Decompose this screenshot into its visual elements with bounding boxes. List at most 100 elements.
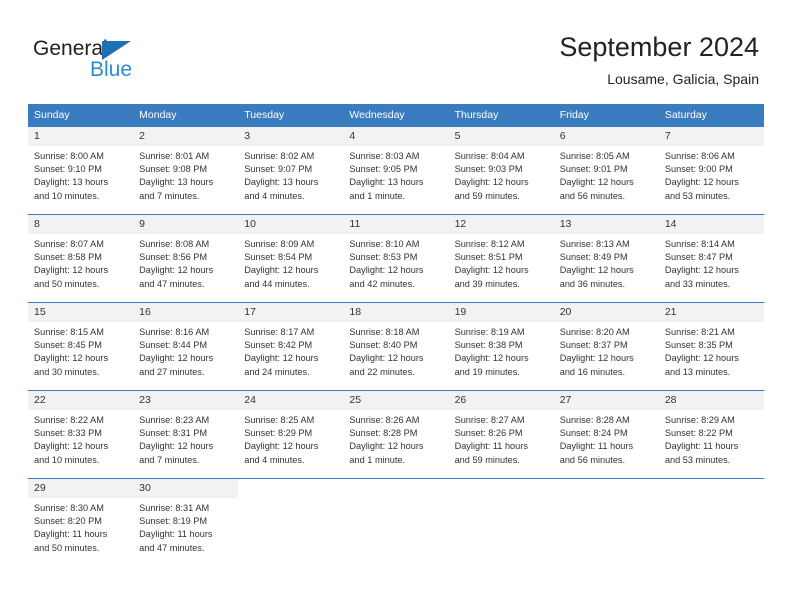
day-cell[interactable]: 10 Sunrise: 8:09 AM Sunset: 8:54 PM Dayl… — [238, 214, 344, 303]
sunset-text: Sunset: 8:53 PM — [349, 252, 418, 263]
day-cell[interactable]: 27 Sunrise: 8:28 AM Sunset: 8:24 PM Dayl… — [553, 390, 659, 479]
sunrise-text: Sunrise: 8:19 AM — [454, 327, 525, 337]
day-details: Sunrise: 8:23 AM Sunset: 8:31 PM Dayligh… — [133, 410, 238, 467]
day-cell[interactable]: 24 Sunrise: 8:25 AM Sunset: 8:29 PM Dayl… — [238, 390, 344, 479]
sunset-text: Sunset: 8:20 PM — [34, 516, 102, 527]
page-title: September 2024 — [559, 32, 759, 62]
sunrise-text: Sunrise: 8:04 AM — [454, 151, 525, 161]
day-number: 11 — [343, 215, 449, 234]
day-details: Sunrise: 8:03 AM Sunset: 9:05 PM Dayligh… — [343, 146, 448, 203]
weekday-header-monday: Monday — [133, 104, 239, 127]
sunset-text: Sunset: 8:40 PM — [349, 340, 418, 351]
daylight-text-line1: Daylight: 12 hours — [454, 353, 529, 364]
day-number: 15 — [28, 303, 134, 322]
day-cell[interactable]: 5 Sunrise: 8:04 AM Sunset: 9:03 PM Dayli… — [448, 126, 554, 215]
general-blue-logo[interactable]: General Blue — [33, 36, 163, 84]
day-cell[interactable]: 18 Sunrise: 8:18 AM Sunset: 8:40 PM Dayl… — [343, 302, 449, 391]
daylight-text-line1: Daylight: 12 hours — [244, 441, 319, 452]
day-cell[interactable]: 29 Sunrise: 8:30 AM Sunset: 8:20 PM Dayl… — [28, 478, 134, 567]
daylight-text-line1: Daylight: 13 hours — [244, 177, 319, 188]
calendar-week-row: 1 Sunrise: 8:00 AM Sunset: 9:10 PM Dayli… — [28, 126, 764, 215]
day-number: 19 — [448, 303, 554, 322]
day-cell[interactable]: 14 Sunrise: 8:14 AM Sunset: 8:47 PM Dayl… — [658, 214, 764, 303]
sunrise-text: Sunrise: 8:30 AM — [34, 503, 104, 513]
day-cell-empty — [658, 478, 764, 567]
day-cell[interactable]: 1 Sunrise: 8:00 AM Sunset: 9:10 PM Dayli… — [28, 126, 134, 215]
sunset-text: Sunset: 8:54 PM — [244, 252, 313, 263]
daylight-text-line2: and 50 minutes. — [34, 278, 100, 289]
daylight-text-line1: Daylight: 13 hours — [34, 177, 109, 188]
day-cell[interactable]: 16 Sunrise: 8:16 AM Sunset: 8:44 PM Dayl… — [133, 302, 239, 391]
daylight-text-line2: and 27 minutes. — [139, 366, 205, 377]
day-cell[interactable]: 22 Sunrise: 8:22 AM Sunset: 8:33 PM Dayl… — [28, 390, 134, 479]
day-details: Sunrise: 8:07 AM Sunset: 8:58 PM Dayligh… — [28, 234, 133, 291]
daylight-text-line2: and 22 minutes. — [349, 366, 415, 377]
daylight-text-line1: Daylight: 11 hours — [664, 441, 739, 452]
day-details: Sunrise: 8:06 AM Sunset: 9:00 PM Dayligh… — [659, 146, 764, 203]
day-details: Sunrise: 8:04 AM Sunset: 9:03 PM Dayligh… — [449, 146, 554, 203]
sunrise-text: Sunrise: 8:16 AM — [139, 327, 210, 337]
day-details: Sunrise: 8:14 AM Sunset: 8:47 PM Dayligh… — [659, 234, 764, 291]
location-subtitle: Lousame, Galicia, Spain — [607, 71, 759, 87]
day-cell[interactable]: 2 Sunrise: 8:01 AM Sunset: 9:08 PM Dayli… — [133, 126, 239, 215]
sunset-text: Sunset: 8:51 PM — [454, 252, 523, 263]
day-number — [553, 479, 659, 498]
sunset-text: Sunset: 9:07 PM — [244, 164, 313, 175]
sunrise-text: Sunrise: 8:18 AM — [349, 327, 420, 337]
daylight-text-line2: and 39 minutes. — [454, 278, 520, 289]
sunrise-text: Sunrise: 8:01 AM — [139, 151, 210, 161]
calendar-week-row: 29 Sunrise: 8:30 AM Sunset: 8:20 PM Dayl… — [28, 478, 764, 567]
daylight-text-line1: Daylight: 12 hours — [34, 265, 109, 276]
daylight-text-line2: and 47 minutes. — [139, 278, 205, 289]
day-cell[interactable]: 25 Sunrise: 8:26 AM Sunset: 8:28 PM Dayl… — [343, 390, 449, 479]
sunset-text: Sunset: 8:38 PM — [454, 340, 523, 351]
sunrise-text: Sunrise: 8:12 AM — [454, 239, 525, 249]
day-cell[interactable]: 4 Sunrise: 8:03 AM Sunset: 9:05 PM Dayli… — [343, 126, 449, 215]
sunset-text: Sunset: 8:56 PM — [139, 252, 208, 263]
day-number: 29 — [28, 479, 134, 498]
day-cell[interactable]: 30 Sunrise: 8:31 AM Sunset: 8:19 PM Dayl… — [133, 478, 239, 567]
day-cell[interactable]: 8 Sunrise: 8:07 AM Sunset: 8:58 PM Dayli… — [28, 214, 134, 303]
day-cell[interactable]: 23 Sunrise: 8:23 AM Sunset: 8:31 PM Dayl… — [133, 390, 239, 479]
sunset-text: Sunset: 8:35 PM — [664, 340, 733, 351]
day-number: 17 — [238, 303, 344, 322]
day-details: Sunrise: 8:18 AM Sunset: 8:40 PM Dayligh… — [343, 322, 448, 379]
day-cell[interactable]: 9 Sunrise: 8:08 AM Sunset: 8:56 PM Dayli… — [133, 214, 239, 303]
daylight-text-line2: and 53 minutes. — [664, 190, 731, 201]
day-number: 23 — [133, 391, 239, 410]
sunrise-text: Sunrise: 8:13 AM — [559, 239, 630, 249]
day-cell[interactable]: 21 Sunrise: 8:21 AM Sunset: 8:35 PM Dayl… — [658, 302, 764, 391]
day-cell[interactable]: 20 Sunrise: 8:20 AM Sunset: 8:37 PM Dayl… — [553, 302, 659, 391]
day-cell[interactable]: 28 Sunrise: 8:29 AM Sunset: 8:22 PM Dayl… — [658, 390, 764, 479]
day-cell[interactable]: 17 Sunrise: 8:17 AM Sunset: 8:42 PM Dayl… — [238, 302, 344, 391]
day-number: 7 — [658, 127, 764, 146]
day-cell[interactable]: 7 Sunrise: 8:06 AM Sunset: 9:00 PM Dayli… — [658, 126, 764, 215]
daylight-text-line2: and 59 minutes. — [454, 454, 520, 465]
day-cell[interactable]: 19 Sunrise: 8:19 AM Sunset: 8:38 PM Dayl… — [448, 302, 554, 391]
weekday-header-tuesday: Tuesday — [238, 104, 344, 127]
day-cell[interactable]: 6 Sunrise: 8:05 AM Sunset: 9:01 PM Dayli… — [553, 126, 659, 215]
day-number — [343, 479, 449, 498]
day-details: Sunrise: 8:27 AM Sunset: 8:26 PM Dayligh… — [449, 410, 554, 467]
sunset-text: Sunset: 8:49 PM — [559, 252, 628, 263]
day-details: Sunrise: 8:13 AM Sunset: 8:49 PM Dayligh… — [554, 234, 659, 291]
sunset-text: Sunset: 8:58 PM — [34, 252, 102, 263]
day-cell[interactable]: 11 Sunrise: 8:10 AM Sunset: 8:53 PM Dayl… — [343, 214, 449, 303]
daylight-text-line2: and 7 minutes. — [139, 454, 200, 465]
day-cell[interactable]: 26 Sunrise: 8:27 AM Sunset: 8:26 PM Dayl… — [448, 390, 554, 479]
day-number: 28 — [658, 391, 764, 410]
daylight-text-line1: Daylight: 12 hours — [349, 265, 424, 276]
day-cell[interactable]: 3 Sunrise: 8:02 AM Sunset: 9:07 PM Dayli… — [238, 126, 344, 215]
sunrise-text: Sunrise: 8:21 AM — [664, 327, 735, 337]
sunrise-text: Sunrise: 8:26 AM — [349, 415, 420, 425]
daylight-text-line1: Daylight: 12 hours — [349, 441, 424, 452]
day-cell[interactable]: 15 Sunrise: 8:15 AM Sunset: 8:45 PM Dayl… — [28, 302, 134, 391]
day-cell[interactable]: 12 Sunrise: 8:12 AM Sunset: 8:51 PM Dayl… — [448, 214, 554, 303]
day-details: Sunrise: 8:21 AM Sunset: 8:35 PM Dayligh… — [659, 322, 764, 379]
daylight-text-line1: Daylight: 12 hours — [139, 265, 214, 276]
sunset-text: Sunset: 8:28 PM — [349, 428, 418, 439]
sunset-text: Sunset: 8:22 PM — [664, 428, 733, 439]
sunrise-text: Sunrise: 8:28 AM — [559, 415, 630, 425]
daylight-text-line2: and 4 minutes. — [244, 190, 305, 201]
day-cell[interactable]: 13 Sunrise: 8:13 AM Sunset: 8:49 PM Dayl… — [553, 214, 659, 303]
